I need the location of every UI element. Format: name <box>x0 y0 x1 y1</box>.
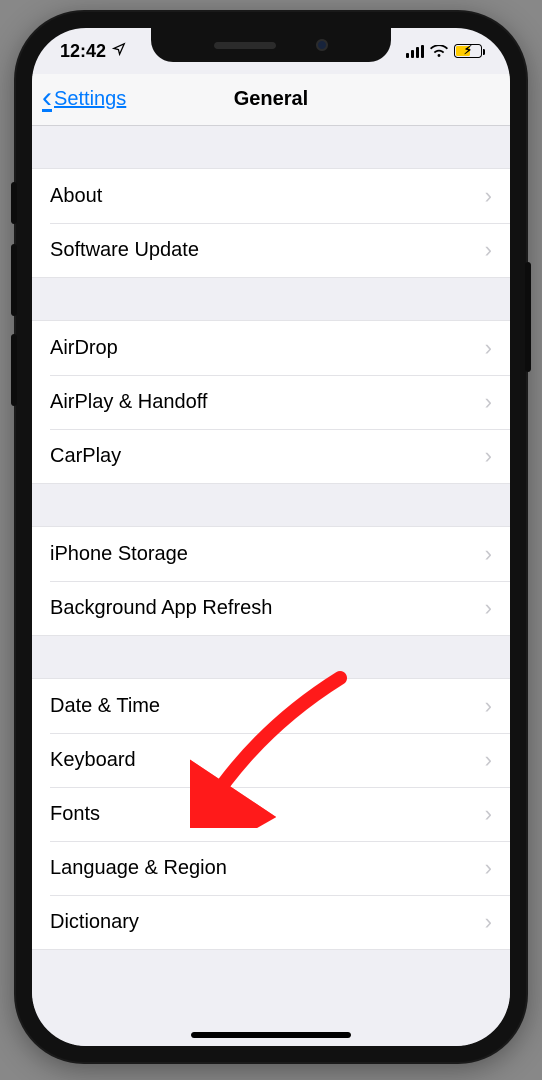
side-button-volume-down <box>11 334 17 406</box>
cell-label: Date & Time <box>50 695 160 718</box>
notch <box>151 28 391 62</box>
side-button-volume-up <box>11 244 17 316</box>
cell-label: AirPlay & Handoff <box>50 391 208 414</box>
cell-background-app-refresh[interactable]: Background App Refresh › <box>32 581 510 635</box>
chevron-right-icon: › <box>485 237 492 263</box>
cell-label: iPhone Storage <box>50 543 188 566</box>
wifi-icon <box>430 45 448 58</box>
chevron-right-icon: › <box>485 541 492 567</box>
battery-icon: ⚡︎ <box>454 44 482 58</box>
chevron-right-icon: › <box>485 855 492 881</box>
status-time: 12:42 <box>60 41 106 62</box>
cell-label: Fonts <box>50 803 100 826</box>
settings-group: About › Software Update › <box>32 168 510 278</box>
chevron-left-icon: ‹ <box>42 81 52 115</box>
cell-label: Keyboard <box>50 749 136 772</box>
cell-keyboard[interactable]: Keyboard › <box>32 733 510 787</box>
settings-group: iPhone Storage › Background App Refresh … <box>32 526 510 636</box>
cell-about[interactable]: About › <box>32 169 510 223</box>
settings-group: AirDrop › AirPlay & Handoff › CarPlay › <box>32 320 510 484</box>
chevron-right-icon: › <box>485 693 492 719</box>
front-camera <box>316 39 328 51</box>
chevron-right-icon: › <box>485 183 492 209</box>
chevron-right-icon: › <box>485 801 492 827</box>
screen: 12:42 ⚡︎ ‹ Settings Genera <box>32 28 510 1046</box>
cell-label: Software Update <box>50 239 199 262</box>
cell-date-time[interactable]: Date & Time › <box>32 679 510 733</box>
page-title: General <box>234 88 308 111</box>
group-spacer <box>32 484 510 526</box>
group-spacer <box>32 636 510 678</box>
cell-label: Background App Refresh <box>50 597 272 620</box>
back-label: Settings <box>54 88 126 111</box>
chevron-right-icon: › <box>485 335 492 361</box>
cell-label: Language & Region <box>50 857 227 880</box>
chevron-right-icon: › <box>485 595 492 621</box>
home-indicator[interactable] <box>191 1032 351 1038</box>
side-button-power <box>525 262 531 372</box>
nav-bar: ‹ Settings General <box>32 74 510 126</box>
cellular-signal-icon <box>406 45 424 58</box>
speaker-grille <box>214 42 276 49</box>
cell-airdrop[interactable]: AirDrop › <box>32 321 510 375</box>
chevron-right-icon: › <box>485 443 492 469</box>
group-spacer <box>32 126 510 168</box>
cell-software-update[interactable]: Software Update › <box>32 223 510 277</box>
cell-iphone-storage[interactable]: iPhone Storage › <box>32 527 510 581</box>
cell-carplay[interactable]: CarPlay › <box>32 429 510 483</box>
settings-group: Date & Time › Keyboard › Fonts › Languag… <box>32 678 510 950</box>
cell-label: CarPlay <box>50 445 121 468</box>
location-icon <box>112 42 126 60</box>
content-scroll[interactable]: About › Software Update › AirDrop › AirP… <box>32 126 510 1046</box>
cell-label: About <box>50 185 102 208</box>
back-button[interactable]: ‹ Settings <box>42 74 126 125</box>
cell-language-region[interactable]: Language & Region › <box>32 841 510 895</box>
cell-airplay-handoff[interactable]: AirPlay & Handoff › <box>32 375 510 429</box>
group-spacer <box>32 278 510 320</box>
chevron-right-icon: › <box>485 389 492 415</box>
cell-label: Dictionary <box>50 911 139 934</box>
cell-fonts[interactable]: Fonts › <box>32 787 510 841</box>
chevron-right-icon: › <box>485 747 492 773</box>
group-spacer <box>32 950 510 992</box>
cell-dictionary[interactable]: Dictionary › <box>32 895 510 949</box>
phone-frame: 12:42 ⚡︎ ‹ Settings Genera <box>16 12 526 1062</box>
cell-label: AirDrop <box>50 337 118 360</box>
side-button-silent <box>11 182 17 224</box>
chevron-right-icon: › <box>485 909 492 935</box>
